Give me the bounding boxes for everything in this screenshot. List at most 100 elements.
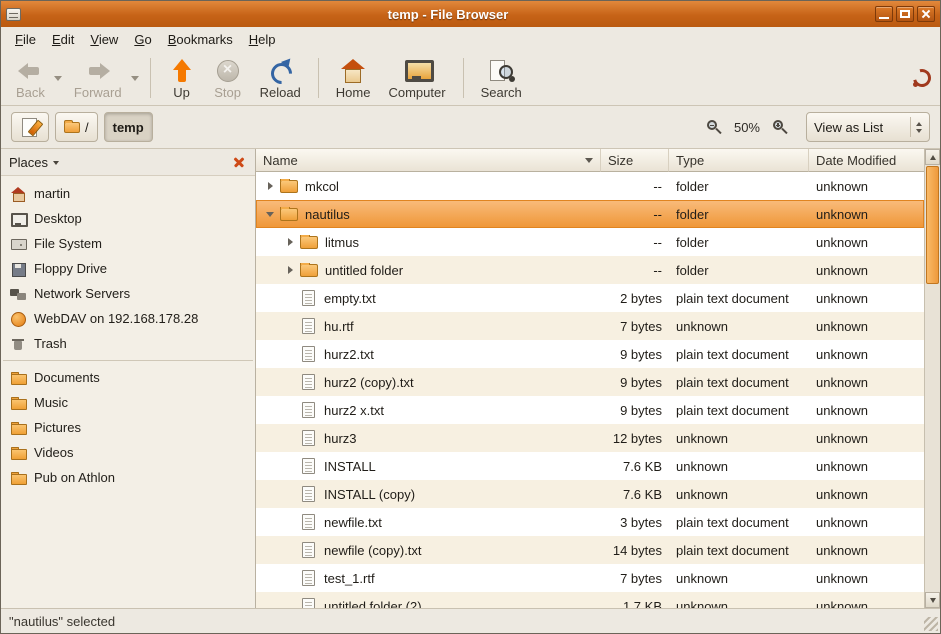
place-item-webdav-on-192-168-178-28[interactable]: WebDAV on 192.168.178.28 bbox=[1, 306, 255, 331]
close-button[interactable] bbox=[917, 6, 935, 22]
home-button[interactable]: Home bbox=[327, 55, 380, 102]
file-name: untitled folder (2) bbox=[324, 599, 422, 609]
place-item-file-system[interactable]: File System bbox=[1, 231, 255, 256]
maximize-button[interactable] bbox=[896, 6, 914, 22]
vertical-scrollbar[interactable] bbox=[924, 149, 940, 608]
place-item-floppy-drive[interactable]: Floppy Drive bbox=[1, 256, 255, 281]
place-item-pictures[interactable]: Pictures bbox=[1, 415, 255, 440]
home-user-icon bbox=[10, 186, 26, 202]
file-row[interactable]: INSTALL 7.6 KB unknown unknown bbox=[256, 452, 924, 480]
file-browser-window: temp - File Browser FileEditViewGoBookma… bbox=[0, 0, 941, 634]
file-row[interactable]: INSTALL (copy) 7.6 KB unknown unknown bbox=[256, 480, 924, 508]
stop-button[interactable]: Stop bbox=[205, 55, 251, 102]
toolbar-items: Back Forward Up Stop Reload Home Compute… bbox=[7, 55, 912, 102]
close-sidebar-button[interactable] bbox=[231, 154, 247, 170]
maximize-icon bbox=[900, 10, 910, 18]
file-size: -- bbox=[601, 207, 669, 222]
folder-icon bbox=[300, 236, 318, 249]
expander-icon[interactable] bbox=[262, 182, 278, 190]
search-button[interactable]: Search bbox=[472, 55, 531, 102]
place-item-documents[interactable]: Documents bbox=[1, 365, 255, 390]
file-date-modified: unknown bbox=[809, 263, 924, 278]
combo-stepper-icon[interactable] bbox=[916, 122, 922, 133]
menu-help[interactable]: Help bbox=[241, 30, 284, 49]
toolbar-group: Home bbox=[327, 55, 380, 102]
menubar: FileEditViewGoBookmarksHelp bbox=[1, 27, 940, 51]
zoom-in-button[interactable] bbox=[772, 119, 788, 135]
forward-button[interactable]: Forward bbox=[65, 55, 131, 102]
file-row[interactable]: newfile.txt 3 bytes plain text document … bbox=[256, 508, 924, 536]
place-item-network-servers[interactable]: Network Servers bbox=[1, 281, 255, 306]
folder-icon bbox=[64, 122, 80, 133]
back-button[interactable]: Back bbox=[7, 55, 54, 102]
place-item-music[interactable]: Music bbox=[1, 390, 255, 415]
root-folder-button[interactable]: / bbox=[55, 112, 98, 142]
file-date-modified: unknown bbox=[809, 543, 924, 558]
column-header-name[interactable]: Name bbox=[256, 149, 601, 172]
zoom-out-button[interactable] bbox=[706, 119, 722, 135]
minimize-button[interactable] bbox=[875, 6, 893, 22]
home-icon bbox=[339, 58, 367, 84]
folder-icon bbox=[300, 264, 318, 277]
scroll-up-button[interactable] bbox=[925, 149, 940, 165]
file-row[interactable]: untitled folder (2) 1.7 KB unknown unkno… bbox=[256, 592, 924, 608]
menu-edit[interactable]: Edit bbox=[44, 30, 82, 49]
dropdown-arrow-icon[interactable] bbox=[54, 76, 62, 81]
scrollbar-thumb[interactable] bbox=[926, 166, 939, 284]
file-row[interactable]: hurz3 12 bytes unknown unknown bbox=[256, 424, 924, 452]
place-item-desktop[interactable]: Desktop bbox=[1, 206, 255, 231]
file-date-modified: unknown bbox=[809, 459, 924, 474]
place-item-pub-on-athlon[interactable]: Pub on Athlon bbox=[1, 465, 255, 490]
file-row[interactable]: mkcol -- folder unknown bbox=[256, 172, 924, 200]
sort-indicator-icon bbox=[585, 158, 593, 163]
toolbar-group: Up bbox=[159, 55, 205, 102]
window-title: temp - File Browser bbox=[26, 7, 870, 22]
file-name: litmus bbox=[325, 235, 359, 250]
resize-grip[interactable] bbox=[924, 617, 938, 631]
folder-icon bbox=[10, 420, 26, 436]
file-row[interactable]: hurz2 x.txt 9 bytes plain text document … bbox=[256, 396, 924, 424]
file-list-view: Name Size Type Date Modified mkcol -- fo… bbox=[256, 149, 940, 608]
file-row[interactable]: litmus -- folder unknown bbox=[256, 228, 924, 256]
file-row[interactable]: nautilus -- folder unknown bbox=[256, 200, 924, 228]
current-folder-button[interactable]: temp bbox=[104, 112, 153, 142]
file-row[interactable]: hu.rtf 7 bytes unknown unknown bbox=[256, 312, 924, 340]
computer-button[interactable]: Computer bbox=[379, 55, 454, 102]
file-date-modified: unknown bbox=[809, 571, 924, 586]
column-header-type[interactable]: Type bbox=[669, 149, 809, 172]
menu-file[interactable]: File bbox=[7, 30, 44, 49]
column-header-date-modified[interactable]: Date Modified bbox=[809, 149, 924, 172]
file-date-modified: unknown bbox=[809, 347, 924, 362]
file-type: unknown bbox=[669, 459, 809, 474]
expander-icon[interactable] bbox=[262, 212, 278, 217]
toolbar-group: Back bbox=[7, 55, 65, 102]
place-item-trash[interactable]: Trash bbox=[1, 331, 255, 356]
place-item-videos[interactable]: Videos bbox=[1, 440, 255, 465]
titlebar[interactable]: temp - File Browser bbox=[1, 1, 940, 27]
edit-location-button[interactable] bbox=[11, 112, 49, 142]
up-button[interactable]: Up bbox=[159, 55, 205, 102]
reload-button[interactable]: Reload bbox=[251, 55, 310, 102]
file-row[interactable]: empty.txt 2 bytes plain text document un… bbox=[256, 284, 924, 312]
file-row[interactable]: hurz2 (copy).txt 9 bytes plain text docu… bbox=[256, 368, 924, 396]
dropdown-arrow-icon[interactable] bbox=[131, 76, 139, 81]
menu-view[interactable]: View bbox=[82, 30, 126, 49]
expander-icon[interactable] bbox=[282, 266, 298, 274]
column-header-size[interactable]: Size bbox=[601, 149, 669, 172]
file-icon bbox=[302, 458, 315, 474]
file-row[interactable]: hurz2.txt 9 bytes plain text document un… bbox=[256, 340, 924, 368]
file-row[interactable]: newfile (copy).txt 14 bytes plain text d… bbox=[256, 536, 924, 564]
menu-go[interactable]: Go bbox=[126, 30, 159, 49]
scroll-down-button[interactable] bbox=[925, 592, 940, 608]
file-date-modified: unknown bbox=[809, 319, 924, 334]
file-row[interactable]: test_1.rtf 7 bytes unknown unknown bbox=[256, 564, 924, 592]
expander-icon[interactable] bbox=[282, 238, 298, 246]
place-item-martin[interactable]: martin bbox=[1, 181, 255, 206]
file-type: unknown bbox=[669, 571, 809, 586]
search-icon bbox=[487, 58, 515, 84]
view-as-combo[interactable]: View as List bbox=[806, 112, 930, 142]
webdav-icon bbox=[10, 311, 26, 327]
menu-bookmarks[interactable]: Bookmarks bbox=[160, 30, 241, 49]
file-row[interactable]: untitled folder -- folder unknown bbox=[256, 256, 924, 284]
places-header[interactable]: Places bbox=[1, 149, 255, 176]
